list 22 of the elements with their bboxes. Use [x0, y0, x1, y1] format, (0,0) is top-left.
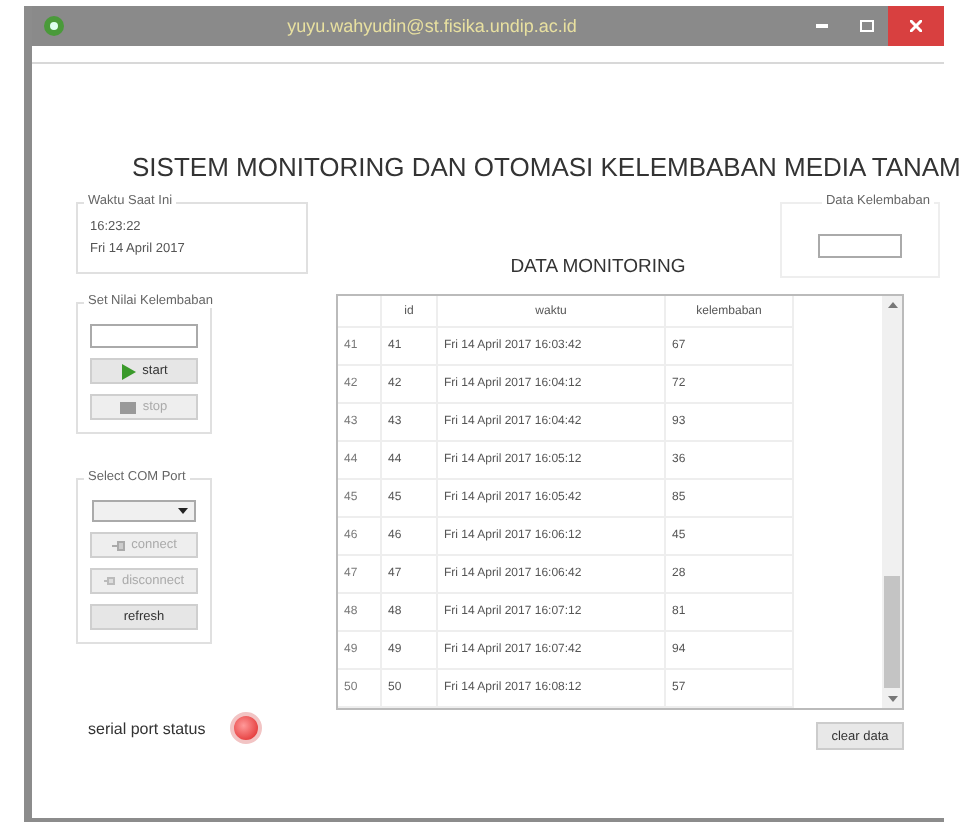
scroll-up-icon[interactable]: [887, 302, 897, 308]
status-label: serial port status: [88, 719, 206, 737]
caret-icon: [178, 508, 188, 514]
play-icon: [120, 363, 137, 379]
close-button[interactable]: [888, 6, 944, 46]
scroll-thumb[interactable]: [884, 576, 900, 688]
plug-icon: [103, 576, 116, 586]
maximize-icon: [859, 20, 873, 32]
minimize-icon: [816, 24, 828, 28]
table-corner: [338, 296, 382, 328]
table-title: DATA MONITORING: [508, 256, 688, 278]
setpoint-field[interactable]: [90, 324, 198, 348]
close-icon: [910, 20, 922, 32]
scroll-down-icon[interactable]: [887, 696, 897, 702]
scrollbar[interactable]: [882, 296, 902, 708]
humidity-field[interactable]: [818, 234, 902, 258]
com-port-dropdown[interactable]: [92, 500, 196, 522]
app-heading: SISTEM MONITORING DAN OTOMASI KELEMBABAN MEDIA TANAM: [132, 152, 960, 184]
window-title: yuyu.wahyudin@st.fisika.undip.ac.id: [285, 16, 579, 36]
stop-icon: [120, 401, 137, 413]
plug-icon: [111, 539, 126, 551]
app-icon: [44, 16, 64, 36]
